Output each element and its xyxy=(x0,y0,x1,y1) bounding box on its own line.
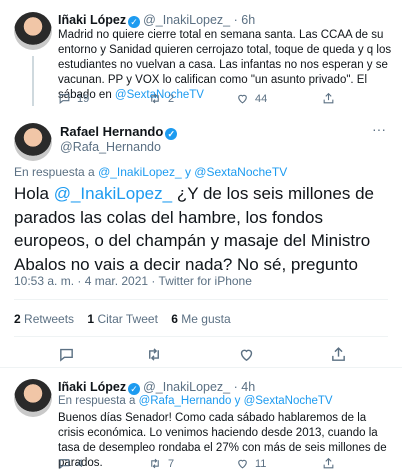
reply-button[interactable] xyxy=(58,346,75,363)
avatar[interactable] xyxy=(14,379,52,417)
more-icon[interactable]: ··· xyxy=(372,121,386,137)
share-icon xyxy=(323,457,334,469)
tweet-stats: 2 Retweets 1 Citar Tweet 6 Me gusta xyxy=(14,312,241,326)
retweet-count: 2 xyxy=(168,92,175,105)
tweet-time[interactable]: · 4h xyxy=(234,380,256,394)
likes-label: Me gusta xyxy=(181,312,231,326)
divider xyxy=(0,367,402,368)
like-icon xyxy=(238,94,247,104)
author-name[interactable]: Iñaki López xyxy=(58,13,126,27)
thread-line xyxy=(32,56,34,106)
verified-icon: ✓ xyxy=(128,16,141,28)
like-button[interactable]: 44 xyxy=(236,92,267,105)
reply-count: 4 xyxy=(77,457,84,470)
author-name[interactable]: Rafael Hernando ✓ xyxy=(60,124,180,140)
share-button[interactable] xyxy=(322,457,335,470)
retweet-icon xyxy=(151,93,159,104)
replying-users-link[interactable]: @Rafa_Hernando y @SextaNocheTV xyxy=(139,395,333,407)
mention-link[interactable]: @_InakiLopez_ xyxy=(54,184,172,203)
quotes-count: 1 xyxy=(87,312,95,326)
tweet-timestamp[interactable]: 10:53 a. m. · 4 mar. 2021 · Twitter for … xyxy=(14,274,252,288)
tweet-text: Buenos días Senador! Como cada sábado ha… xyxy=(58,412,387,469)
author-handle[interactable]: @Rafa_Hernando xyxy=(60,140,161,154)
tweet-header: Iñaki López ✓ @_InakiLopez_ · 6h xyxy=(58,12,255,28)
share-icon xyxy=(323,92,334,104)
tweet-text: Madrid no quiere cierre total en semana … xyxy=(58,28,393,103)
divider xyxy=(14,336,388,337)
like-button[interactable] xyxy=(238,346,255,363)
reply-button[interactable]: 19 xyxy=(58,92,89,105)
retweet-count: 7 xyxy=(168,457,175,470)
author-handle[interactable]: @_InakiLopez_ xyxy=(143,380,230,394)
tweet-text-start: Hola xyxy=(14,184,54,203)
retweet-icon xyxy=(151,458,159,469)
retweet-button[interactable] xyxy=(145,346,163,363)
author-name-text: Rafael Hernando xyxy=(60,124,164,139)
like-count: 44 xyxy=(255,92,268,105)
replying-to: En respuesta a @Rafa_Hernando y @SextaNo… xyxy=(58,395,333,407)
like-icon xyxy=(240,349,253,362)
replying-prefix: En respuesta a xyxy=(14,165,95,179)
retweets-stat[interactable]: 2 Retweets xyxy=(14,312,74,326)
likes-stat[interactable]: 6 Me gusta xyxy=(171,312,230,326)
quotes-label: Citar Tweet xyxy=(97,312,158,326)
tweet-text: Hola @_InakiLopez_ ¿Y de los seis millon… xyxy=(14,182,398,276)
like-button[interactable]: 11 xyxy=(236,457,266,470)
retweets-label: Retweets xyxy=(24,312,75,326)
divider xyxy=(14,299,388,300)
retweet-button[interactable]: 7 xyxy=(148,457,174,470)
tweet-actions xyxy=(0,346,402,366)
tweet-inaki-reply[interactable]: Iñaki López ✓ @_InakiLopez_ · 4h En respue… xyxy=(0,371,402,475)
like-count: 11 xyxy=(255,457,267,470)
share-icon xyxy=(332,347,345,361)
replying-to: En respuesta a @_InakiLopez_ y @SextaNoc… xyxy=(14,165,287,179)
avatar[interactable] xyxy=(14,12,52,50)
author-name[interactable]: Iñaki López xyxy=(58,380,126,394)
replying-prefix: En respuesta a xyxy=(58,395,136,407)
retweets-count: 2 xyxy=(14,312,21,326)
tweet-header: Iñaki López ✓ @_InakiLopez_ · 4h xyxy=(58,379,255,395)
tweet-time[interactable]: · 6h xyxy=(234,13,256,27)
reply-icon xyxy=(59,94,70,104)
avatar[interactable] xyxy=(14,123,52,161)
verified-icon: ✓ xyxy=(128,383,141,395)
retweet-button[interactable]: 2 xyxy=(148,92,174,105)
likes-count: 6 xyxy=(171,312,178,326)
share-button[interactable] xyxy=(322,92,335,105)
reply-icon xyxy=(59,459,70,469)
retweet-icon xyxy=(149,348,159,361)
verified-icon: ✓ xyxy=(165,128,178,140)
reply-button[interactable]: 4 xyxy=(58,457,83,470)
quotes-stat[interactable]: 1 Citar Tweet xyxy=(87,312,158,326)
reply-icon xyxy=(60,348,73,362)
like-icon xyxy=(238,459,247,469)
share-button[interactable] xyxy=(330,346,347,363)
author-handle[interactable]: @_InakiLopez_ xyxy=(143,13,230,27)
tweet-text-content: Madrid no quiere cierre total en semana … xyxy=(58,29,392,101)
replying-users-link[interactable]: @_InakiLopez_ y @SextaNocheTV xyxy=(98,165,287,179)
reply-count: 19 xyxy=(77,92,90,105)
tweet-inaki-1[interactable]: Iñaki López ✓ @_InakiLopez_ · 6h Madrid no… xyxy=(0,0,402,106)
